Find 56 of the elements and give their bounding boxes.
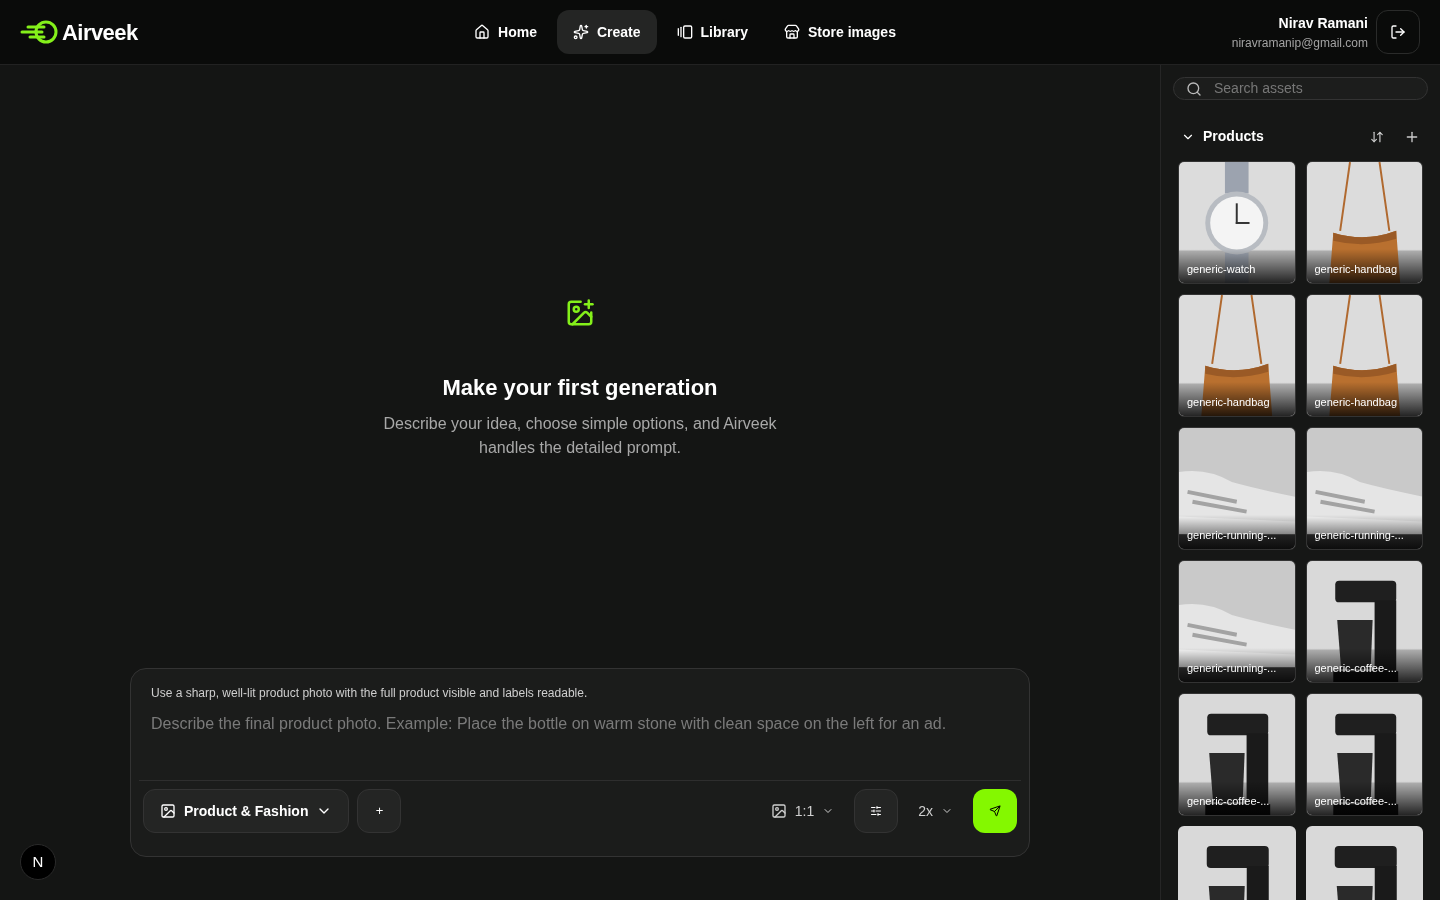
category-dropdown[interactable]: Product & Fashion xyxy=(143,789,350,833)
asset-card[interactable]: generic-running-... xyxy=(1178,427,1296,550)
asset-label: generic-handbag xyxy=(1314,394,1398,410)
asset-label: generic-watch xyxy=(1187,261,1256,277)
asset-label: generic-coffee-... xyxy=(1314,793,1397,809)
send-button[interactable] xyxy=(973,789,1017,833)
nav-icon xyxy=(784,24,800,40)
nav-tab[interactable]: Home xyxy=(458,10,553,54)
logout-icon xyxy=(1390,24,1406,40)
nav-icon xyxy=(572,24,589,40)
logout-button[interactable] xyxy=(1376,10,1420,54)
image-icon xyxy=(160,803,176,819)
asset-card[interactable]: generic-coffee-... xyxy=(1305,693,1423,816)
nav-icon xyxy=(676,24,693,40)
settings-icon xyxy=(870,805,883,817)
scale-dropdown[interactable]: 2x xyxy=(906,789,965,833)
image-plus-icon xyxy=(565,298,595,328)
asset-card[interactable]: generic-handbag xyxy=(1305,294,1423,417)
sort-icon[interactable] xyxy=(1370,129,1384,144)
brand-name: Airveek xyxy=(62,18,138,47)
prompt-field[interactable]: Describe the final product photo. Example: Place the bottle on warm stone with clean space on the left for an ad. xyxy=(151,712,1009,780)
search-field[interactable]: Search assets xyxy=(1173,77,1428,100)
asset-label: generic-running-... xyxy=(1187,527,1277,543)
nav-tab[interactable]: Create xyxy=(556,10,657,54)
user-name: Nirav Ramani xyxy=(1278,13,1368,33)
settings-button[interactable] xyxy=(854,789,899,833)
section-toggle[interactable]: Products xyxy=(1181,126,1264,147)
asset-card[interactable]: generic-running-... xyxy=(1178,560,1296,683)
nav-tab[interactable]: Store images xyxy=(768,10,912,54)
image-icon xyxy=(770,803,787,819)
asset-card[interactable]: generic-handbag xyxy=(1178,294,1296,417)
search-input[interactable]: Search assets xyxy=(1214,78,1415,99)
search-icon xyxy=(1186,80,1202,97)
asset-card[interactable]: generic-coffee-... xyxy=(1178,693,1296,816)
asset-label: generic-coffee-... xyxy=(1187,793,1270,809)
prompt-box[interactable] xyxy=(130,668,1030,857)
asset-label: generic-running-... xyxy=(1314,527,1404,543)
asset-label: generic-running-... xyxy=(1187,660,1277,676)
asset-label: generic-handbag xyxy=(1187,394,1270,410)
nav-tab[interactable]: Library xyxy=(660,10,764,54)
asset-card[interactable]: generic-running-... xyxy=(1305,427,1423,550)
send-icon xyxy=(989,805,1001,817)
composer-hint: Use a sharp, well-lit product photo with the full product visible and labels readable. xyxy=(150,685,589,702)
empty-state-title: Make your first generation xyxy=(442,374,718,402)
asset-card[interactable]: generic-handbag xyxy=(1305,161,1423,284)
dev-badge[interactable]: N xyxy=(20,844,56,880)
user-email: niravramanip@gmail.com xyxy=(1231,34,1368,52)
asset-label: generic-handbag xyxy=(1314,261,1398,277)
asset-label: generic-coffee-... xyxy=(1314,660,1397,676)
aspect-ratio-dropdown[interactable]: 1:1 xyxy=(758,789,847,833)
add-button[interactable]: + xyxy=(357,789,402,833)
asset-card[interactable]: generic-coffee-... xyxy=(1305,560,1423,683)
logo-icon xyxy=(20,20,58,44)
asset-card[interactable]: generic-watch xyxy=(1178,161,1296,284)
empty-state-text: Describe your idea, choose simple options, and Airveek handles the detailed prompt. xyxy=(382,414,778,458)
nav-icon xyxy=(474,24,491,40)
